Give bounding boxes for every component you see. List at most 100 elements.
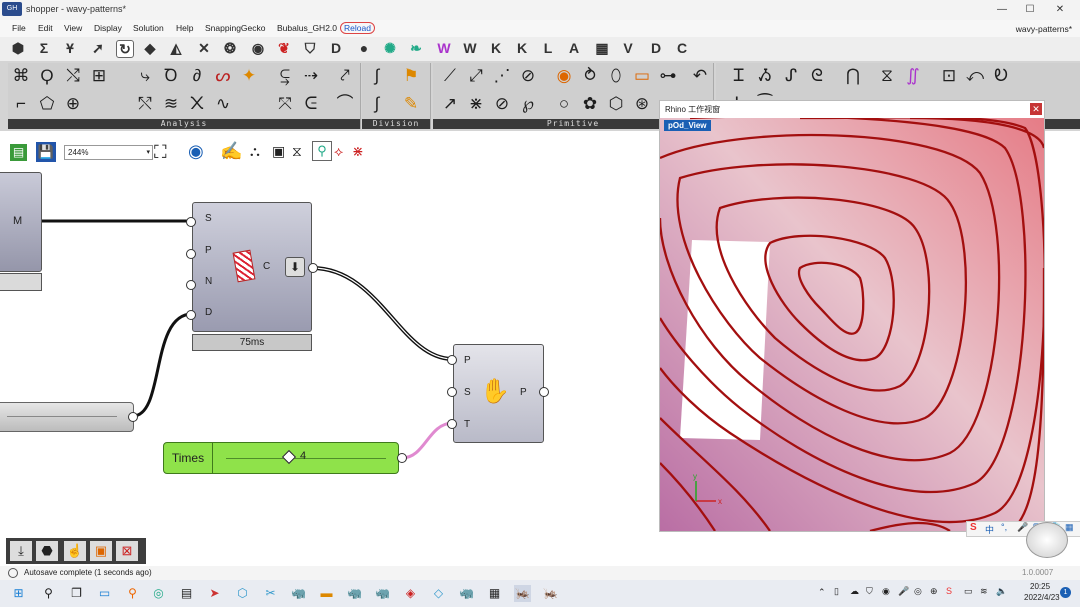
torsion-icon[interactable]: ∿ — [212, 93, 234, 115]
grid-app-icon[interactable]: ▦ — [486, 585, 503, 602]
tab-k2[interactable]: K — [514, 40, 530, 56]
tray-icon-3[interactable]: ◉ — [882, 586, 890, 597]
shaded-preview-icon[interactable]: ▣ — [272, 143, 285, 160]
rhino-viewport-window[interactable]: Rhino 工作视窗 ✕ x y pOd_View — [659, 100, 1045, 532]
transform-tab-icon[interactable]: ❂ — [222, 40, 238, 56]
frame-icon[interactable]: Ꝺ — [160, 65, 182, 87]
split-icon[interactable]: ᙭ — [186, 93, 208, 115]
wire-display-icon[interactable]: ⧖ — [292, 143, 302, 160]
shield-tab-icon[interactable]: ⛉ — [302, 40, 318, 56]
tray-icon-5[interactable]: ⊕ — [930, 586, 938, 597]
curve-closest-icon[interactable]: Ϙ — [36, 65, 58, 87]
eval-icon[interactable]: ✦ — [238, 65, 260, 87]
tab-k1[interactable]: K — [488, 40, 504, 56]
mic-icon[interactable]: 🎤 — [1017, 522, 1028, 533]
segment-icon[interactable]: ⬠ — [36, 93, 58, 115]
input-grip2-p[interactable] — [447, 355, 457, 365]
d-tab-icon[interactable]: D — [328, 40, 344, 56]
display-tab-icon[interactable]: ◉ — [250, 40, 266, 56]
bezier-icon[interactable]: ᔑ — [780, 65, 802, 87]
menu-edit[interactable]: Edit — [38, 23, 53, 33]
task-view-icon[interactable]: ❐ — [68, 585, 85, 602]
blend-icon[interactable]: Ꭷ — [990, 65, 1012, 87]
derivative-icon[interactable]: ∂ — [186, 65, 208, 87]
menu-snappinggecko[interactable]: SnappingGecko — [205, 23, 266, 33]
viewport-render[interactable]: x y — [660, 118, 1044, 531]
globe-tab-icon[interactable]: ✺ — [382, 40, 398, 56]
discontinuity-icon[interactable]: ⥹ — [274, 65, 296, 87]
ime-mode[interactable]: 中 — [985, 523, 994, 536]
tab-l[interactable]: L — [540, 40, 556, 56]
menu-solution[interactable]: Solution — [133, 23, 164, 33]
disable-preview-icon[interactable]: ⟡ — [334, 143, 343, 160]
divide-length-icon[interactable]: ⚑ — [400, 65, 422, 87]
tangent-arc-icon[interactable]: ⊛ — [631, 93, 653, 115]
leaf-tab-icon[interactable]: ❧ — [408, 40, 424, 56]
start-icon[interactable]: ⊞ — [10, 585, 27, 602]
sweep-icon[interactable]: ⋂ — [842, 65, 864, 87]
output-grip-c[interactable] — [308, 263, 318, 273]
folder-yellow-icon[interactable]: ▬ — [318, 585, 335, 602]
curve-component-node[interactable]: S P N D C ⬇ — [192, 202, 312, 332]
tab-d[interactable]: D — [648, 40, 664, 56]
bake-icon[interactable]: ⤓ — [10, 541, 32, 561]
output-grip2-p[interactable] — [539, 387, 549, 397]
fit-line-icon[interactable]: ⋇ — [465, 93, 487, 115]
tray-sogou-icon[interactable]: S — [946, 586, 952, 596]
sigma-tab-icon[interactable]: Σ — [36, 40, 52, 56]
punctuation-icon[interactable]: °, — [1001, 522, 1007, 532]
cube-tab-icon[interactable]: ▦ — [594, 40, 610, 56]
tray-icon-2[interactable]: ☁ — [850, 586, 859, 597]
circle-cnr-icon[interactable]: ⊘ — [517, 65, 539, 87]
input-grip-d[interactable] — [186, 310, 196, 320]
divide-curve-icon[interactable]: ∫ — [366, 65, 388, 87]
polyline-icon[interactable]: ᕮ — [300, 93, 322, 115]
box-area-icon[interactable]: ⊞ — [88, 65, 110, 87]
menu-file[interactable]: File — [12, 23, 26, 33]
eye-icon[interactable]: ◉ — [188, 141, 204, 162]
inscribed-icon[interactable]: ✿ — [579, 93, 601, 115]
group-icon[interactable]: ▣ — [90, 541, 112, 561]
helix-icon[interactable]: ∬ — [902, 65, 924, 87]
wire-hide-icon[interactable]: ⋇ — [352, 143, 364, 160]
navigation-wheel[interactable] — [1026, 522, 1068, 558]
search-app-icon[interactable]: ⚲ — [124, 585, 141, 602]
tween-icon[interactable]: ⤺ — [964, 65, 986, 87]
tab-c[interactable]: C — [674, 40, 690, 56]
curve-tab-icon[interactable]: ↻ — [116, 40, 134, 58]
polygon-fit-icon[interactable]: ⬡ — [605, 93, 627, 115]
number-slider-partial[interactable] — [0, 402, 134, 432]
input-grip2-t[interactable] — [447, 419, 457, 429]
end-points-icon[interactable]: ⇢ — [300, 65, 322, 87]
ball-tab-icon[interactable]: ● — [356, 40, 372, 56]
times-slider-handle[interactable] — [281, 449, 297, 465]
arc-3pt-icon[interactable]: ⥁ — [579, 65, 601, 87]
rectangle-icon[interactable]: ▭ — [631, 65, 653, 87]
circle-icon[interactable]: ◉ — [553, 65, 575, 87]
hand-tool-icon[interactable]: ☝ — [64, 541, 86, 561]
search-icon[interactable]: ⚲ — [40, 585, 57, 602]
grasshopper-canvas[interactable]: M S P N D C ⬇ 75ms P S T ✋ P Times 4 — [0, 166, 659, 536]
hexagon-tab-icon[interactable]: ⬢ — [10, 40, 26, 56]
intersect-tab-icon[interactable]: ✕ — [196, 40, 212, 56]
input-grip-p[interactable] — [186, 249, 196, 259]
sogou-icon[interactable]: S — [970, 522, 977, 533]
clock-date[interactable]: 2022/4/23 — [1024, 593, 1060, 602]
cube-app-icon[interactable]: ⬡ — [234, 585, 251, 602]
rhino-app-icon-1[interactable]: 🦏 — [290, 585, 307, 602]
folder-icon[interactable]: ▤ — [178, 585, 195, 602]
minimize-button[interactable]: — — [992, 2, 1012, 18]
menu-view[interactable]: View — [64, 23, 82, 33]
arc-sed-icon[interactable]: ↶ — [689, 65, 711, 87]
contour-icon[interactable]: ✎ — [400, 93, 422, 115]
ellipse-icon[interactable]: ⬯ — [605, 65, 627, 87]
blue-app-icon[interactable]: ◇ — [430, 585, 447, 602]
arc-icon[interactable]: ⌒ — [334, 93, 356, 115]
red-app-icon[interactable]: ◈ — [402, 585, 419, 602]
kinky-curve-icon[interactable]: Ᏹ — [754, 65, 776, 87]
kangaroo-tab-icon[interactable]: ❦ — [276, 40, 292, 56]
tray-icon-4[interactable]: ◎ — [914, 586, 922, 597]
times-slider[interactable]: Times 4 — [163, 442, 399, 474]
flatten-output-icon[interactable]: ⬇ — [285, 257, 305, 277]
slider-output-grip[interactable] — [128, 412, 138, 422]
